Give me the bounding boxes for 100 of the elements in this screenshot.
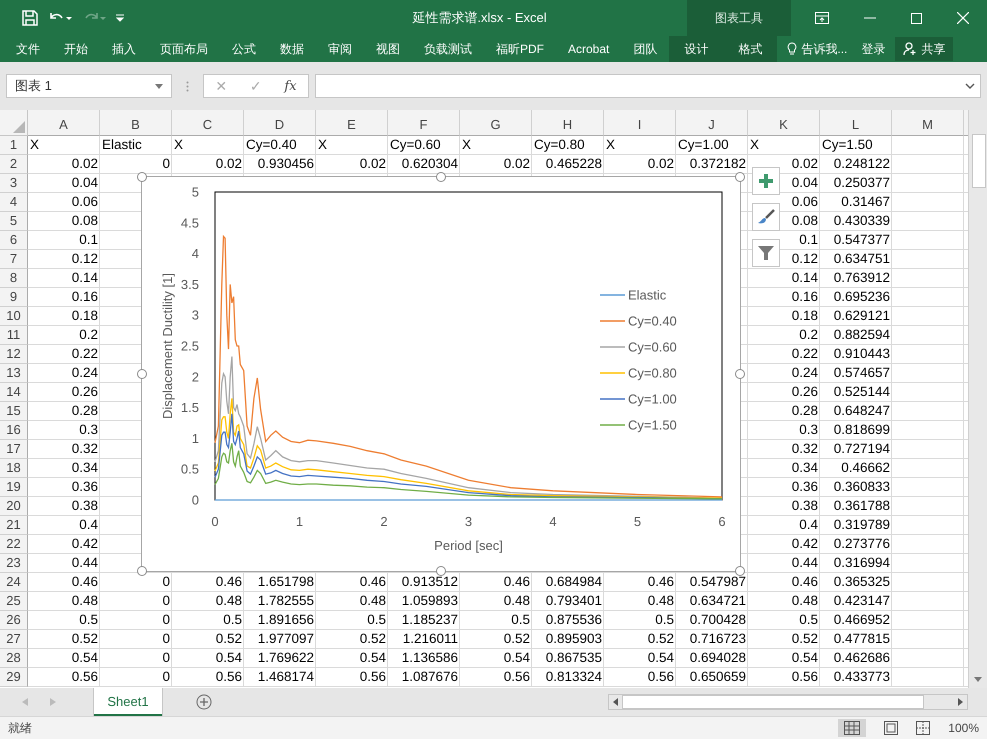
resize-handle[interactable]: [436, 172, 446, 182]
chart-elements-button[interactable]: [752, 167, 780, 195]
row-header[interactable]: 7: [0, 250, 28, 269]
close-icon[interactable]: [957, 12, 970, 24]
chart-filters-button[interactable]: [752, 239, 780, 267]
row-header[interactable]: 6: [0, 231, 28, 250]
row-header[interactable]: 15: [0, 402, 28, 421]
row-header[interactable]: 9: [0, 288, 28, 307]
name-box[interactable]: 图表 1: [6, 74, 172, 98]
horizontal-scrollbar[interactable]: [608, 694, 968, 710]
column-header[interactable]: D: [244, 110, 316, 136]
row-header[interactable]: 13: [0, 364, 28, 383]
ribbon-tab[interactable]: 开始: [52, 36, 100, 62]
scroll-right-icon[interactable]: [958, 698, 963, 706]
add-sheet-icon[interactable]: [196, 694, 212, 710]
dropdown-caret-icon[interactable]: [155, 84, 163, 88]
column-header[interactable]: L: [820, 110, 892, 136]
row-header[interactable]: 28: [0, 649, 28, 668]
row-header[interactable]: 23: [0, 554, 28, 573]
expand-icon[interactable]: [965, 83, 975, 89]
row-header[interactable]: 26: [0, 611, 28, 630]
ribbon-tab[interactable]: 文件: [4, 36, 52, 62]
ribbon-tab[interactable]: 页面布局: [148, 36, 220, 62]
chart-styles-button[interactable]: [752, 203, 780, 231]
column-header[interactable]: C: [172, 110, 244, 136]
row-header[interactable]: 3: [0, 174, 28, 193]
minimize-icon[interactable]: [864, 17, 876, 19]
table-cell: 0.44: [72, 555, 98, 570]
row-header[interactable]: 2: [0, 155, 28, 174]
save-icon[interactable]: [22, 10, 38, 26]
resize-handle[interactable]: [137, 566, 147, 576]
table-cell: 0.56: [72, 669, 98, 684]
ribbon-tab[interactable]: Acrobat: [556, 36, 622, 62]
row-header[interactable]: 21: [0, 516, 28, 535]
sign-in-link[interactable]: 登录: [857, 40, 890, 58]
row-header[interactable]: 24: [0, 573, 28, 592]
table-cell: 0.02: [792, 156, 818, 171]
row-header[interactable]: 11: [0, 326, 28, 345]
row-header[interactable]: 27: [0, 630, 28, 649]
table-cell: 0.1: [79, 232, 98, 247]
resize-handle[interactable]: [735, 172, 745, 182]
tell-me-button[interactable]: 告诉我...: [783, 40, 852, 58]
row-header[interactable]: 1: [0, 136, 28, 155]
row-header[interactable]: 10: [0, 307, 28, 326]
column-header[interactable]: H: [532, 110, 604, 136]
row-header[interactable]: 19: [0, 478, 28, 497]
resize-handle[interactable]: [735, 566, 745, 576]
insert-function-button[interactable]: fx: [284, 78, 297, 94]
resize-handle[interactable]: [436, 566, 446, 576]
table-cell: 0.763912: [834, 270, 890, 285]
ribbon-tab[interactable]: 公式: [220, 36, 268, 62]
row-header[interactable]: 14: [0, 383, 28, 402]
row-header[interactable]: 18: [0, 459, 28, 478]
ribbon-tab[interactable]: 插入: [100, 36, 148, 62]
ribbon-tab[interactable]: 审阅: [316, 36, 364, 62]
column-header[interactable]: I: [604, 110, 676, 136]
row-header[interactable]: 8: [0, 269, 28, 288]
maximize-icon[interactable]: [911, 12, 922, 24]
ribbon-tab[interactable]: 团队: [621, 36, 670, 62]
column-header[interactable]: E: [316, 110, 388, 136]
table-cell: 0.26: [72, 384, 98, 399]
column-header[interactable]: K: [748, 110, 820, 136]
row-header[interactable]: 4: [0, 193, 28, 212]
row-header[interactable]: 20: [0, 497, 28, 516]
zoom-level[interactable]: 100%: [948, 721, 979, 735]
row-header[interactable]: 22: [0, 535, 28, 554]
row-header[interactable]: 5: [0, 212, 28, 231]
column-header[interactable]: G: [460, 110, 532, 136]
resize-handle[interactable]: [735, 369, 745, 379]
column-header[interactable]: F: [388, 110, 460, 136]
table-cell: 0.04: [792, 175, 818, 190]
column-header[interactable]: B: [100, 110, 172, 136]
ribbon-tab[interactable]: 负载测试: [412, 36, 484, 62]
row-header[interactable]: 25: [0, 592, 28, 611]
page-break-icon[interactable]: [916, 721, 930, 735]
ribbon-tab[interactable]: 数据: [268, 36, 316, 62]
ribbon-tab[interactable]: 设计: [669, 36, 724, 62]
row-header[interactable]: 29: [0, 668, 28, 687]
row-header[interactable]: 16: [0, 421, 28, 440]
ribbon-display-icon[interactable]: [814, 12, 829, 24]
resize-handle[interactable]: [137, 172, 147, 182]
scrollbar-thumb[interactable]: [972, 134, 986, 188]
row-header[interactable]: 12: [0, 345, 28, 364]
scroll-left-icon[interactable]: [613, 698, 618, 706]
sheet-tab[interactable]: Sheet1: [94, 688, 162, 716]
normal-view-icon[interactable]: [838, 719, 866, 737]
share-button[interactable]: 共享: [895, 37, 954, 61]
scroll-down-icon[interactable]: [974, 677, 982, 682]
column-header[interactable]: J: [676, 110, 748, 136]
customize-icon[interactable]: [116, 14, 124, 22]
page-layout-icon[interactable]: [884, 721, 898, 735]
column-header[interactable]: A: [28, 110, 100, 136]
ribbon-tab[interactable]: 福昕PDF: [484, 36, 556, 62]
column-header[interactable]: M: [892, 110, 964, 136]
resize-handle[interactable]: [137, 369, 147, 379]
row-header[interactable]: 17: [0, 440, 28, 459]
formula-input[interactable]: [315, 74, 981, 98]
ribbon-tab[interactable]: 视图: [364, 36, 412, 62]
ribbon-tab[interactable]: 格式: [723, 36, 778, 62]
table-cell: 0.48: [72, 593, 98, 608]
